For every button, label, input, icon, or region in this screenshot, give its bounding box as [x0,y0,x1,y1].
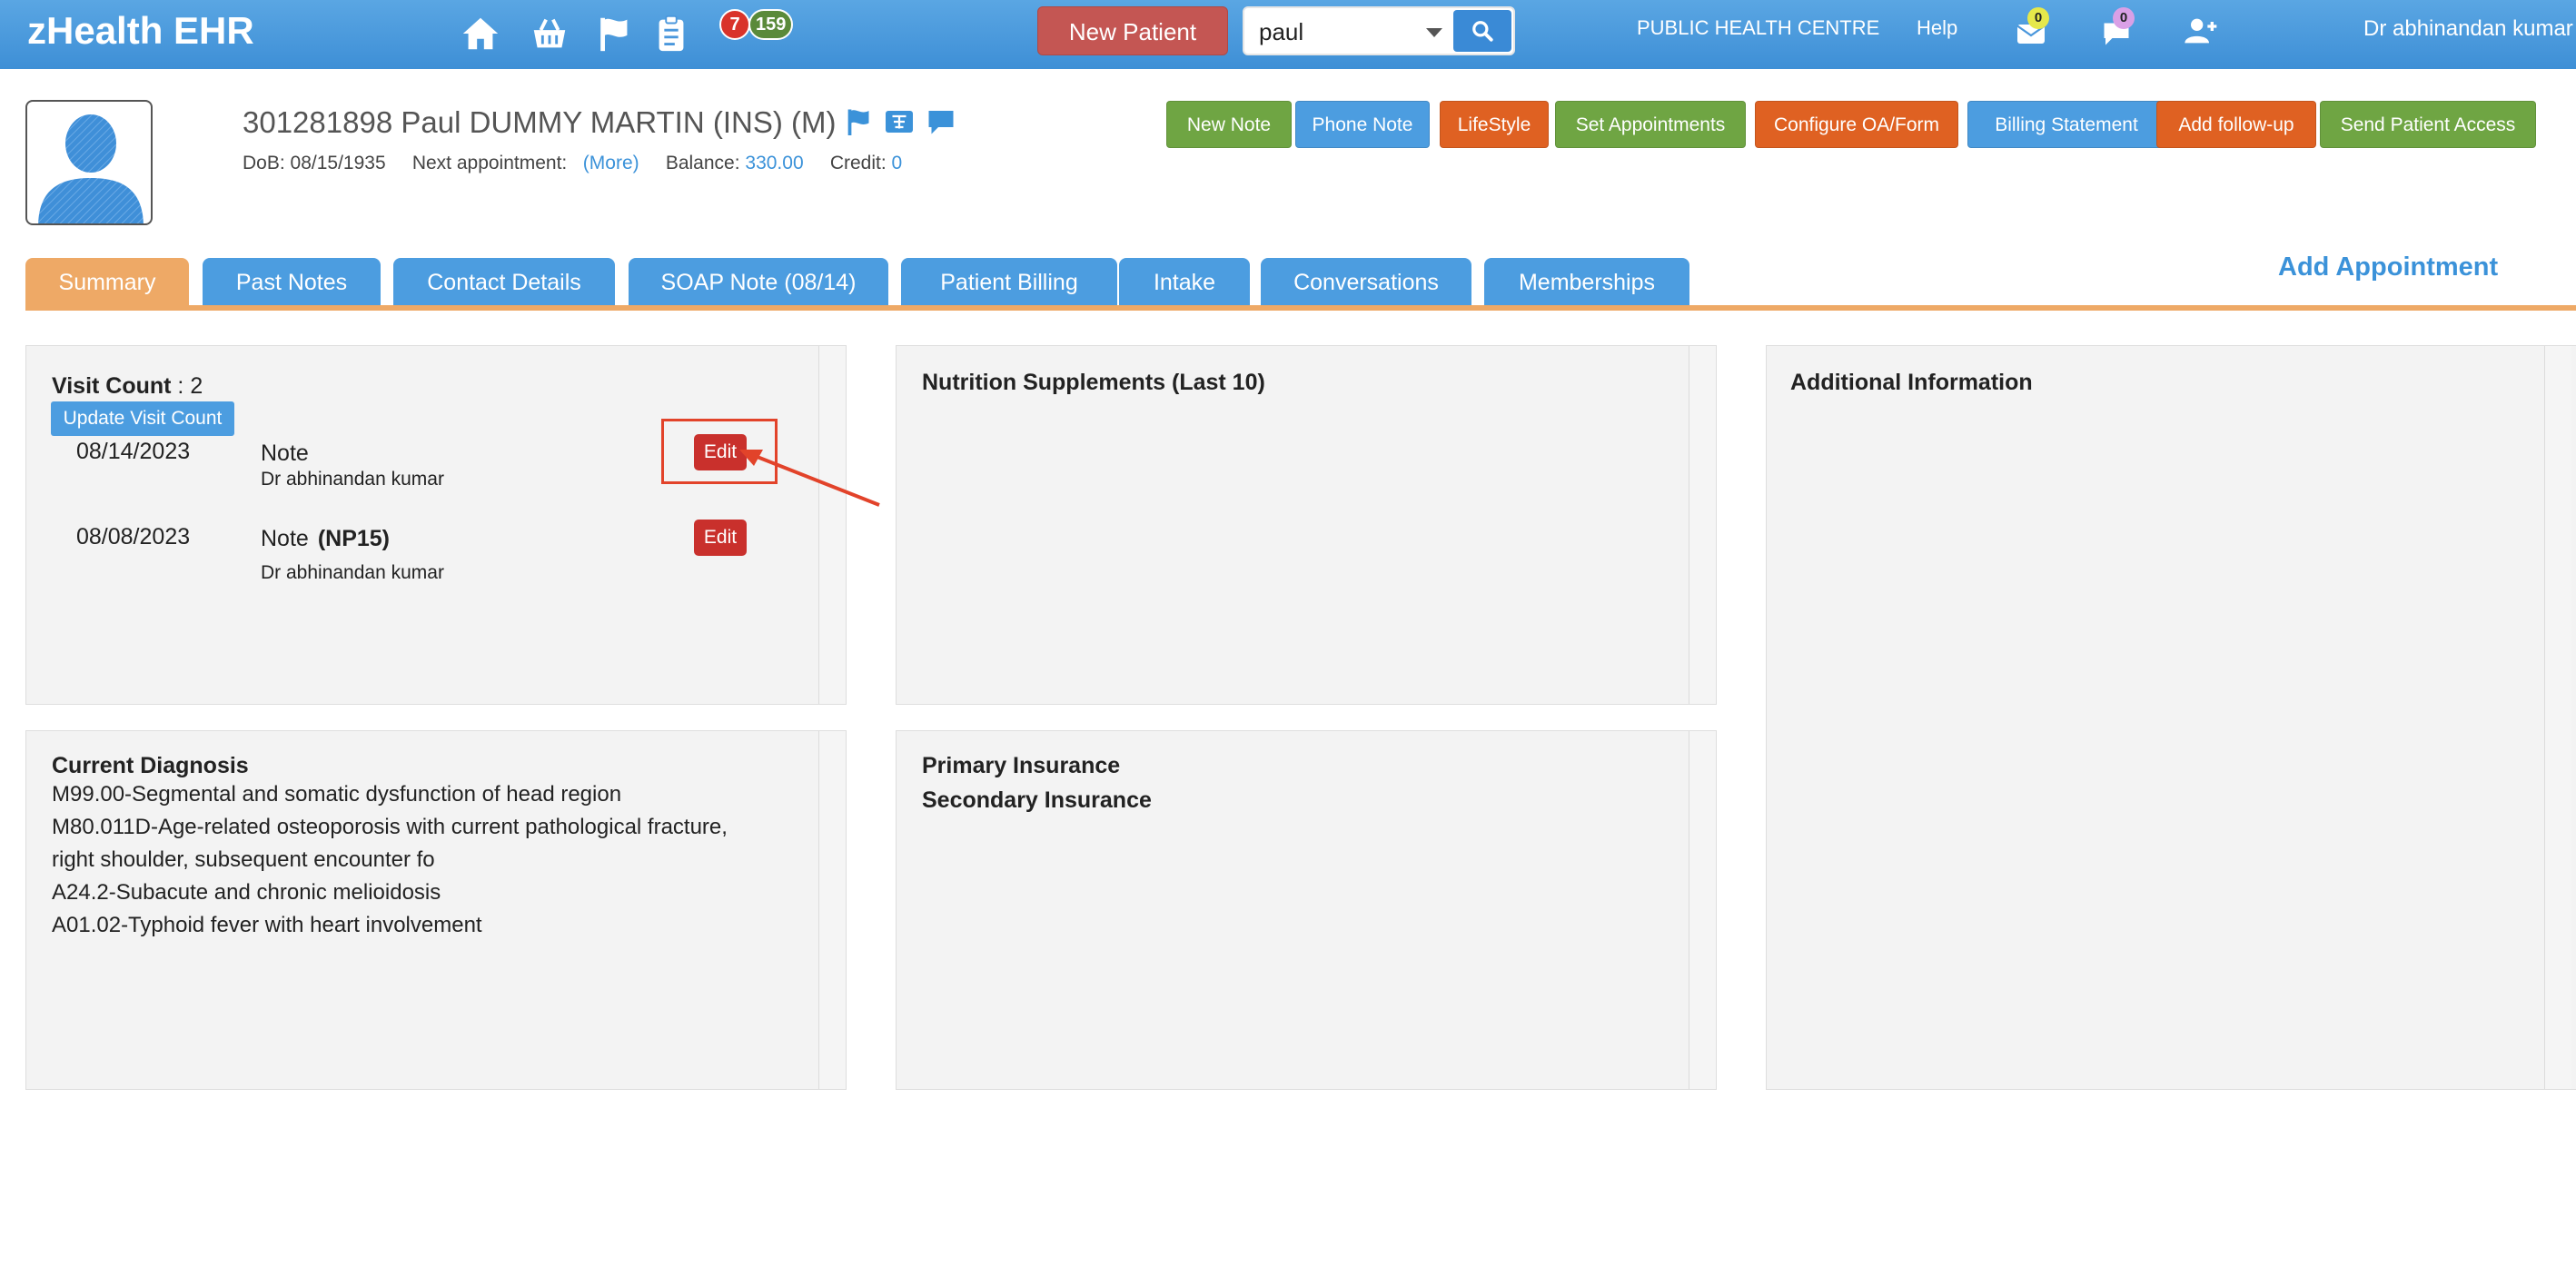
visit-panel-scrollbar[interactable] [818,346,846,704]
help-link[interactable]: Help [1917,16,1957,40]
tab-soap-note[interactable]: SOAP Note (08/14) [629,258,888,308]
clinic-selector[interactable]: PUBLIC HEALTH CENTRE [1637,16,1879,40]
set-appointments-button[interactable]: Set Appointments [1555,101,1746,148]
diagnosis-panel-scrollbar[interactable] [818,731,846,1089]
tab-intake[interactable]: Intake [1119,258,1250,308]
send-patient-access-button[interactable]: Send Patient Access [2320,101,2536,148]
tab-memberships[interactable]: Memberships [1484,258,1689,308]
additional-info-panel: Additional Information [1766,345,2576,1090]
flag-icon[interactable] [843,105,876,138]
diagnosis-item: M99.00-Segmental and somatic dysfunction… [52,782,622,807]
next-appointment-more-link[interactable]: (More) [583,153,639,173]
visit-count-value: 2 [190,373,203,399]
visit-count-separator: : [171,373,191,399]
task-count-badge[interactable]: 159 [748,9,794,40]
credit-label: Credit: [829,153,887,173]
tab-underline [25,305,2576,311]
balance-value[interactable]: 330.00 [745,153,803,173]
patient-meta: DoB: 08/15/1935 Next appointment: (More)… [243,153,902,174]
insurance-panel: Primary Insurance Secondary Insurance [896,730,1717,1090]
add-follow-up-button[interactable]: Add follow-up [2156,101,2316,148]
user-menu[interactable]: Dr abhinandan kumar [2363,16,2573,42]
app-brand[interactable]: zHealth EHR [27,9,254,53]
chat-icon[interactable]: 0 [2100,7,2135,49]
nutrition-panel-scrollbar[interactable] [1689,346,1716,704]
visit-count-heading: Visit Count : 2 [52,373,203,400]
secondary-insurance-label: Secondary Insurance [922,787,1152,813]
dob-value: 08/15/1935 [290,153,386,173]
tab-conversations[interactable]: Conversations [1261,258,1471,308]
edit-note-button[interactable]: Edit [694,520,747,556]
dob-label: DoB: [243,153,285,173]
visit-doctor: Dr abhinandan kumar [261,562,444,583]
visit-note-type-label: Note [261,526,309,551]
patient-search [1243,6,1515,55]
tab-contact-details[interactable]: Contact Details [393,258,615,308]
diagnosis-item: A01.02-Typhoid fever with heart involvem… [52,913,482,937]
credit-value[interactable]: 0 [892,153,903,173]
visit-note-type[interactable]: Note (NP15) [261,526,390,552]
visit-doctor: Dr abhinandan kumar [261,469,444,490]
additional-info-title: Additional Information [1790,370,2033,395]
phone-note-button[interactable]: Phone Note [1295,101,1430,148]
mail-count-badge: 0 [2027,7,2049,29]
next-appointment-label: Next appointment: [411,153,568,173]
basket-icon[interactable] [529,13,570,54]
nutrition-title: Nutrition Supplements (Last 10) [922,370,1265,395]
visit-date: 08/08/2023 [76,524,191,549]
alert-count-badge[interactable]: 7 [719,9,750,40]
search-button[interactable] [1453,10,1511,52]
language-icon[interactable] [883,105,916,138]
patient-avatar[interactable] [25,100,153,225]
visit-note-code: (NP15) [317,526,390,551]
update-visit-count-button[interactable]: Update Visit Count [51,401,234,436]
diagnosis-item: right shoulder, subsequent encounter fo [52,847,435,872]
new-note-button[interactable]: New Note [1166,101,1292,148]
top-navbar: zHealth EHR 7 159 New Patient PUBLIC HEA… [0,0,2576,69]
search-input[interactable] [1259,17,1413,46]
comment-icon[interactable] [925,105,957,138]
mail-icon[interactable]: 0 [2015,7,2049,49]
nutrition-panel: Nutrition Supplements (Last 10) [896,345,1717,705]
balance-label: Balance: [665,153,740,173]
diagnosis-item: A24.2-Subacute and chronic melioidosis [52,880,441,905]
clipboard-icon[interactable] [650,13,692,54]
add-user-icon[interactable] [2182,13,2218,49]
billing-statement-button[interactable]: Billing Statement [1967,101,2165,148]
annotation-arrow-icon [739,450,880,507]
visit-date: 08/14/2023 [76,439,191,464]
add-appointment-link[interactable]: Add Appointment [2278,252,2498,282]
chat-count-badge: 0 [2113,7,2135,29]
tab-summary[interactable]: Summary [25,258,189,308]
lifestyle-button[interactable]: LifeStyle [1440,101,1549,148]
patient-title: 301281898 Paul DUMMY MARTIN (INS) (M) [243,105,837,139]
home-icon[interactable] [460,13,501,54]
primary-insurance-label: Primary Insurance [922,753,1121,778]
diagnosis-title: Current Diagnosis [52,753,249,778]
chevron-down-icon[interactable] [1426,28,1442,37]
search-icon [1472,21,1493,42]
tab-patient-billing[interactable]: Patient Billing [901,258,1117,308]
diagnosis-item: M80.011D-Age-related osteoporosis with c… [52,815,728,839]
configure-oa-form-button[interactable]: Configure OA/Form [1755,101,1958,148]
visit-count-label: Visit Count [52,373,172,399]
tab-past-notes[interactable]: Past Notes [203,258,381,308]
additional-panel-scrollbar[interactable] [2544,346,2571,1089]
diagnosis-panel: Current Diagnosis M99.00-Segmental and s… [25,730,847,1090]
visit-note-type-label: Note [261,441,309,466]
insurance-panel-scrollbar[interactable] [1689,731,1716,1089]
new-patient-button[interactable]: New Patient [1037,6,1228,55]
flag-icon[interactable] [594,13,636,54]
visit-note-type[interactable]: Note [261,441,318,467]
